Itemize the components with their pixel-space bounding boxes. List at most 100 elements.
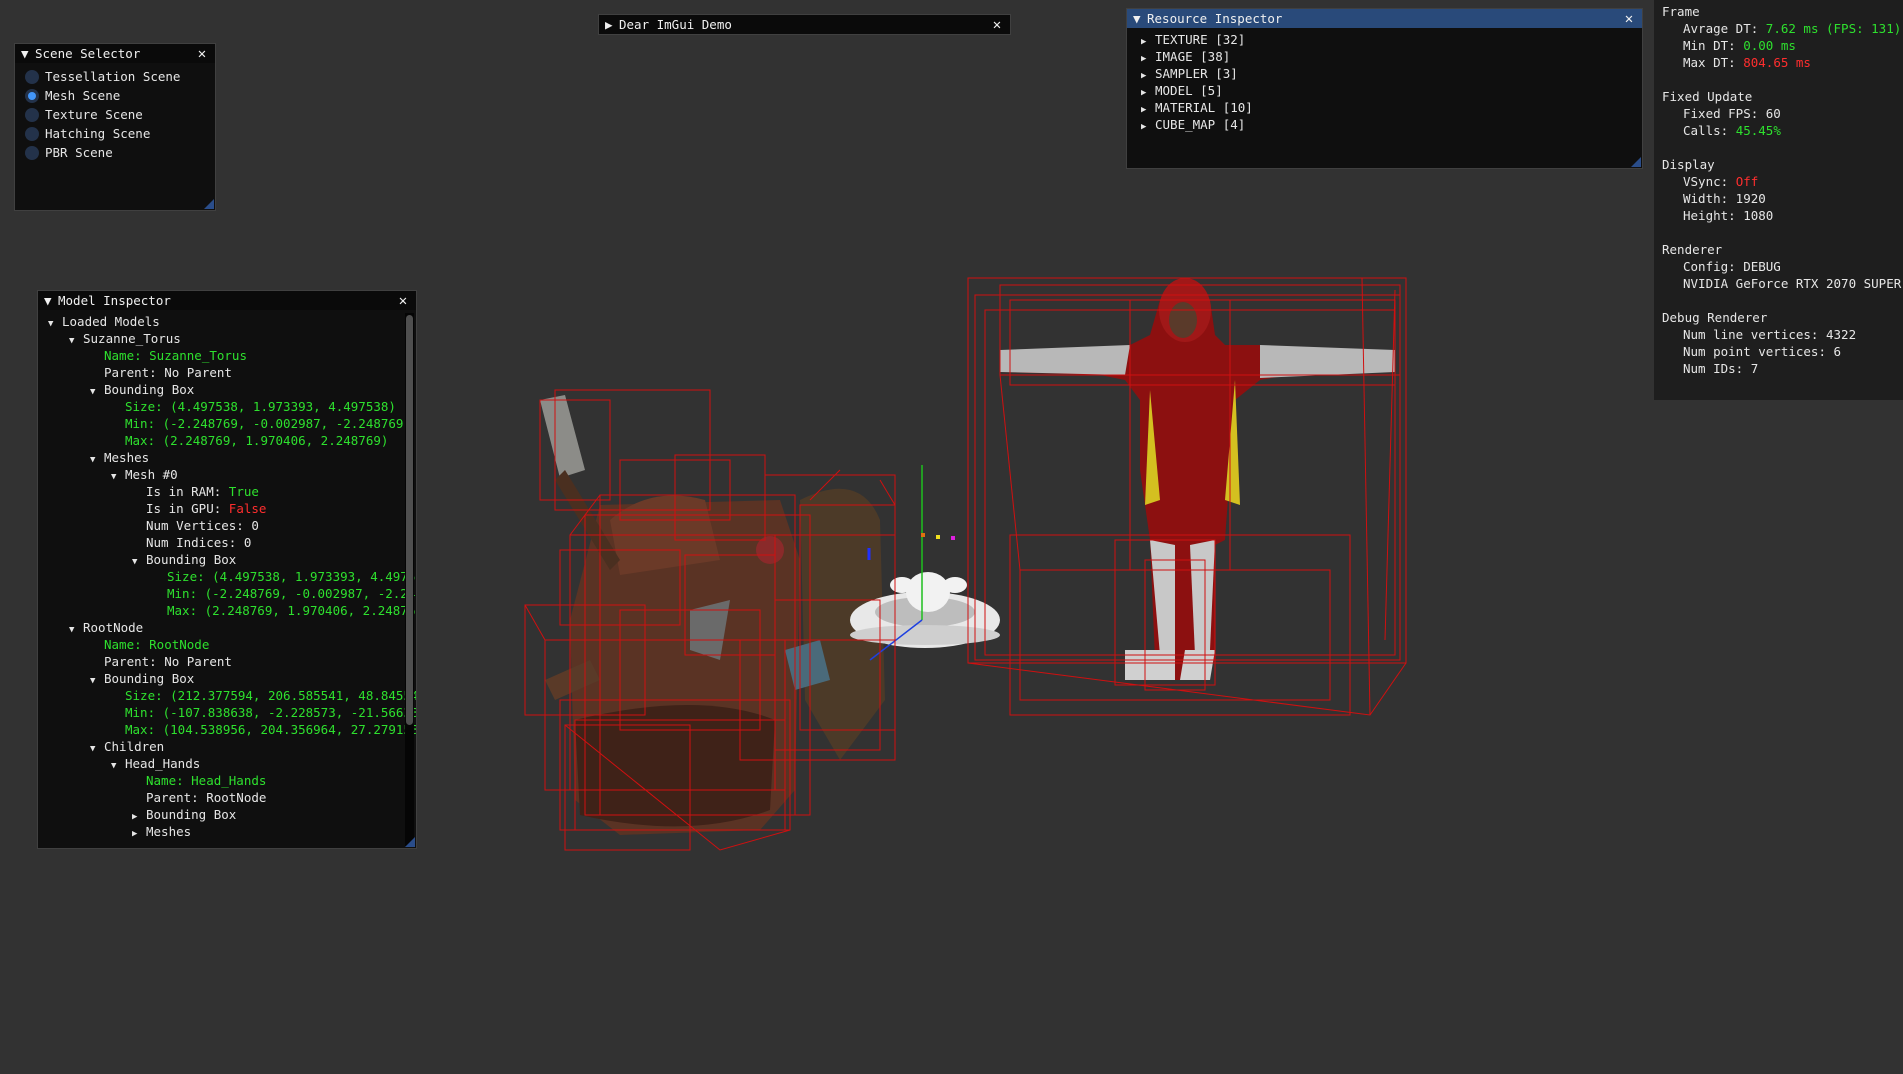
resource-node-cube-map[interactable]: ▶ CUBE_MAP [4] [1141, 116, 1634, 133]
collapse-arrow-icon[interactable]: ▼ [1133, 11, 1147, 26]
tree-label: Parent: No Parent [104, 654, 232, 669]
frame-heading: Frame [1662, 4, 1700, 19]
resource-node-texture[interactable]: ▶ TEXTURE [32] [1141, 31, 1634, 48]
tree-label: Max: (2.248769, 1.970406, 2.248769) [125, 433, 389, 448]
expand-arrow-icon[interactable]: ▶ [1141, 119, 1155, 136]
tree-property: Parent: RootNode [48, 789, 416, 806]
calls-label: Calls: [1683, 123, 1729, 138]
expand-arrow-icon[interactable]: ▶ [132, 826, 146, 843]
scene-option-label: Mesh Scene [45, 88, 121, 103]
resource-node-image[interactable]: ▶ IMAGE [38] [1141, 48, 1634, 65]
collapse-arrow-icon[interactable]: ▼ [21, 46, 35, 61]
resize-grip-icon[interactable] [204, 199, 214, 209]
scene-selector-titlebar[interactable]: ▼ Scene Selector ✕ [15, 44, 215, 63]
vsync-label: VSync: [1683, 174, 1729, 189]
scene-option-pbr[interactable]: PBR Scene [25, 143, 207, 162]
model-tree[interactable]: ▼ Loaded Models ▼ Suzanne_Torus Name: Suzann… [38, 310, 416, 848]
max-dt-label: Max DT: [1683, 55, 1736, 70]
model-inspector-window[interactable]: ▼ Model Inspector ✕ ▼ Loaded Models ▼ Suzan… [37, 290, 417, 849]
max-dt-value: 804.65 ms [1743, 55, 1811, 70]
tree-label: Size: (4.497538, 1.973393, 4.497538) [167, 569, 416, 584]
tree-property: Min: (-2.248769, -0.002987, -2.248769) [48, 585, 416, 602]
collapse-arrow-icon[interactable]: ▼ [111, 758, 125, 775]
collapse-arrow-icon[interactable]: ▼ [132, 554, 146, 571]
scrollbar-thumb[interactable] [406, 315, 413, 725]
close-icon[interactable]: ✕ [396, 293, 410, 309]
resource-node-material[interactable]: ▶ MATERIAL [10] [1141, 99, 1634, 116]
collapse-arrow-icon[interactable]: ▼ [90, 384, 104, 401]
tree-label: Name: Suzanne_Torus [104, 348, 247, 363]
demo-window-titlebar[interactable]: ▶ Dear ImGui Demo ✕ [599, 15, 1010, 34]
scene-option-hatching[interactable]: Hatching Scene [25, 124, 207, 143]
radio-button[interactable] [25, 145, 39, 160]
collapse-arrow-icon[interactable]: ▼ [90, 673, 104, 690]
scene-option-label: Tessellation Scene [45, 69, 181, 84]
model-inspector-titlebar[interactable]: ▼ Model Inspector ✕ [38, 291, 416, 310]
num-point-vertices: Num point vertices: 6 [1683, 344, 1842, 359]
resource-inspector-window[interactable]: ▼ Resource Inspector ✕ ▶ TEXTURE [32] ▶ IM… [1126, 8, 1643, 169]
collapse-arrow-icon[interactable]: ▼ [111, 469, 125, 486]
vertical-scrollbar[interactable] [405, 313, 414, 846]
scene-option-label: PBR Scene [45, 145, 113, 160]
tree-node[interactable]: ▼ Children [48, 738, 416, 755]
tree-node[interactable]: ▼ Bounding Box [48, 670, 416, 687]
radio-button[interactable] [25, 107, 39, 122]
scene-selector-window[interactable]: ▼ Scene Selector ✕ Tessellation Scene Me… [14, 43, 216, 211]
tree-node[interactable]: ▼ Bounding Box [48, 551, 416, 568]
close-icon[interactable]: ✕ [990, 17, 1004, 33]
collapse-arrow-icon[interactable]: ▼ [44, 293, 58, 308]
resource-node-model[interactable]: ▶ MODEL [5] [1141, 82, 1634, 99]
tree-node[interactable]: ▼ Suzanne_Torus [48, 330, 416, 347]
collapse-arrow-icon[interactable]: ▼ [90, 741, 104, 758]
collapse-arrow-icon[interactable]: ▼ [69, 622, 83, 639]
renderer-gpu: NVIDIA GeForce RTX 2070 SUPER [1683, 276, 1902, 291]
radio-button-selected[interactable] [25, 88, 39, 103]
tree-value: False [228, 501, 267, 516]
tree-label: Num Vertices: 0 [146, 518, 259, 533]
tree-value: True [228, 484, 259, 499]
tree-node[interactable]: ▼ RootNode [48, 619, 416, 636]
window-title: Resource Inspector [1147, 11, 1283, 26]
resize-grip-icon[interactable] [405, 837, 415, 847]
collapse-arrow-icon[interactable]: ▼ [69, 333, 83, 350]
tree-node[interactable]: ▼ Bounding Box [48, 381, 416, 398]
tree-node[interactable]: ▼ Meshes [48, 449, 416, 466]
demo-window[interactable]: ▶ Dear ImGui Demo ✕ [598, 14, 1011, 35]
tree-property: Size: (4.497538, 1.973393, 4.497538) [48, 568, 416, 585]
tree-property: Name: Suzanne_Torus [48, 347, 416, 364]
close-icon[interactable]: ✕ [195, 46, 209, 62]
tree-node[interactable]: ▶ Meshes [48, 823, 416, 840]
resource-inspector-titlebar[interactable]: ▼ Resource Inspector ✕ [1127, 9, 1642, 28]
avg-dt-value: 7.62 ms (FPS: 131) [1765, 21, 1902, 36]
tree-label: Mesh #0 [125, 467, 178, 482]
collapse-arrow-icon[interactable]: ▼ [48, 316, 62, 333]
resource-node-label: MODEL [5] [1155, 83, 1223, 98]
tree-node[interactable]: ▶ Bounding Box [48, 806, 416, 823]
scene-option-texture[interactable]: Texture Scene [25, 105, 207, 124]
resource-node-label: TEXTURE [32] [1155, 32, 1246, 47]
expand-arrow-icon[interactable]: ▶ [605, 17, 619, 32]
close-icon[interactable]: ✕ [1622, 11, 1636, 27]
display-width: Width: 1920 [1683, 191, 1766, 206]
avg-dt-label: Avrage DT: [1683, 21, 1759, 36]
tree-label: Name: RootNode [104, 637, 210, 652]
tree-label: Meshes [146, 824, 192, 839]
tree-property: Name: Head_Hands [48, 772, 416, 789]
tree-label: Min: (-2.248769, -0.002987, -2.248769) [125, 416, 411, 431]
resource-node-sampler[interactable]: ▶ SAMPLER [3] [1141, 65, 1634, 82]
tree-label: Num Indices: 0 [146, 535, 252, 550]
scene-option-tessellation[interactable]: Tessellation Scene [25, 67, 207, 86]
tree-label: Parent: RootNode [146, 790, 267, 805]
tree-property: Max: (104.538956, 204.356964, 27.279158) [48, 721, 416, 738]
debug-renderer-heading: Debug Renderer [1662, 310, 1768, 325]
radio-button[interactable] [25, 69, 39, 84]
tree-label: Min: (-2.248769, -0.002987, -2.248769) [167, 586, 416, 601]
vsync-value: Off [1735, 174, 1759, 189]
tree-property: Num Vertices: 0 [48, 517, 416, 534]
resize-grip-icon[interactable] [1631, 157, 1641, 167]
collapse-arrow-icon[interactable]: ▼ [90, 452, 104, 469]
tree-node[interactable]: ▼ Loaded Models [48, 313, 416, 330]
scene-option-mesh[interactable]: Mesh Scene [25, 86, 207, 105]
radio-button[interactable] [25, 126, 39, 141]
tree-label: Meshes [104, 450, 150, 465]
